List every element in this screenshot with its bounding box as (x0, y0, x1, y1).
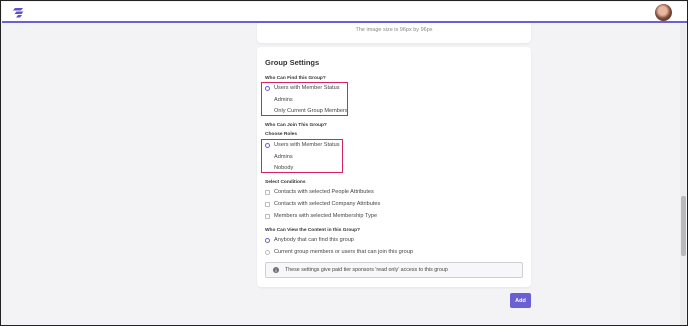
condition-company-attributes[interactable]: Contacts with selected Company Attribute… (265, 201, 380, 207)
avatar[interactable] (655, 4, 672, 21)
condition-people-attributes[interactable]: Contacts with selected People Attributes (265, 189, 374, 195)
add-button[interactable]: Add (510, 293, 531, 308)
scrollbar-track[interactable] (680, 24, 686, 325)
choose-roles-label: Choose Roles (265, 132, 297, 137)
info-icon: i (273, 267, 279, 273)
radio-unselected[interactable] (265, 249, 270, 255)
checkbox[interactable] (265, 213, 270, 219)
group-settings-card: Group Settings Who Can Find this Group? … (257, 47, 531, 287)
info-notice-text: These settings give paid tier sponsors '… (285, 267, 448, 273)
image-card: The image size is 96px by 96px (257, 23, 531, 43)
select-conditions-label: Select Conditions (265, 180, 306, 185)
view-content-label: Who Can View the Content in this Group? (265, 228, 361, 233)
app-frame: The image size is 96px by 96px Group Set… (0, 0, 688, 326)
radio-selected[interactable] (265, 237, 270, 243)
join-group-label: Who Can Join This Group? (265, 123, 327, 128)
condition-membership-type[interactable]: Members with selected Membership Type (265, 213, 377, 219)
find-group-label: Who Can Find this Group? (265, 76, 326, 81)
logo-icon[interactable] (12, 5, 26, 19)
group-settings-title: Group Settings (265, 58, 320, 67)
checkbox[interactable] (265, 189, 270, 195)
checkbox[interactable] (265, 201, 270, 207)
top-bar (2, 2, 687, 23)
highlight-box-find (261, 82, 348, 116)
scrollbar-thumb[interactable] (681, 196, 686, 256)
info-notice: i These settings give paid tier sponsors… (265, 262, 523, 278)
view-option-members-or-joiners[interactable]: Current group members or users that can … (265, 249, 413, 255)
view-option-anybody[interactable]: Anybody that can find this group (265, 237, 354, 243)
image-size-note: The image size is 96px by 96px (355, 27, 433, 33)
highlight-box-join (261, 139, 343, 173)
